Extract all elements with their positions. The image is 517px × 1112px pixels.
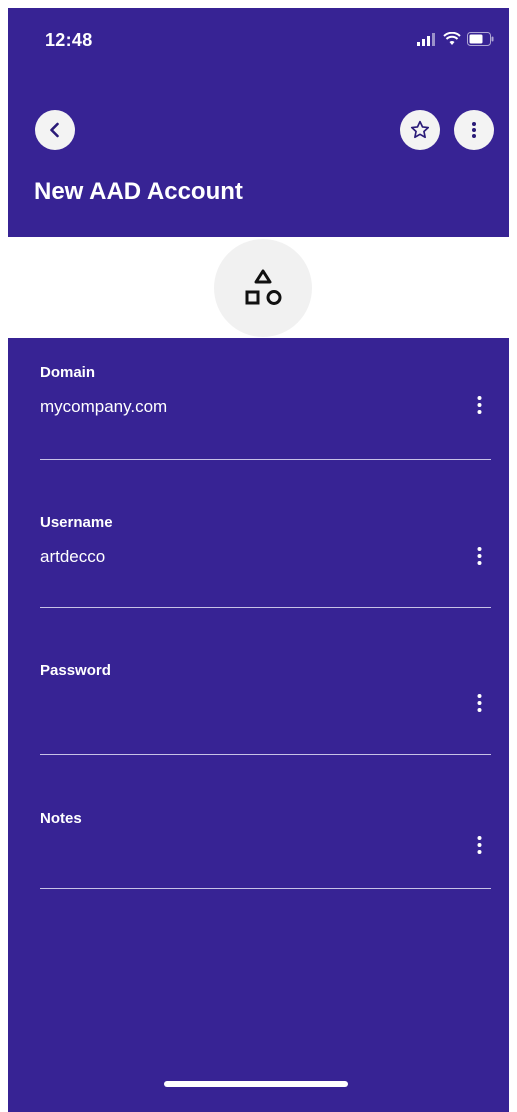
password-label: Password <box>40 662 111 679</box>
entry-icon-button[interactable] <box>214 239 312 337</box>
more-options-button[interactable] <box>454 110 494 150</box>
password-field[interactable]: Password <box>40 662 491 755</box>
vertical-ellipsis-icon <box>477 547 481 565</box>
page-title: New AAD Account <box>34 178 243 205</box>
shapes-icon <box>245 269 282 305</box>
password-more-button[interactable] <box>467 688 491 718</box>
battery-icon <box>467 32 494 46</box>
back-button[interactable] <box>35 110 75 150</box>
notes-more-button[interactable] <box>467 830 491 860</box>
domain-more-button[interactable] <box>467 390 491 420</box>
vertical-ellipsis-icon <box>477 836 481 854</box>
app-frame: 12:48 New AAD Account Domain mycompany.c… <box>8 8 509 1112</box>
chevron-left-icon <box>50 122 59 138</box>
username-value[interactable]: artdecco <box>40 547 105 567</box>
domain-value[interactable]: mycompany.com <box>40 397 167 417</box>
status-bar: 12:48 <box>8 8 509 78</box>
domain-label: Domain <box>40 364 96 381</box>
vertical-ellipsis-icon <box>477 694 481 712</box>
vertical-ellipsis-icon <box>472 122 476 138</box>
phone-screen: 12:48 New AAD Account Domain mycompany.c… <box>0 0 517 1112</box>
username-field[interactable]: Username artdecco <box>40 514 491 608</box>
notes-label: Notes <box>40 810 82 827</box>
notes-field[interactable]: Notes <box>40 810 491 889</box>
wifi-icon <box>443 32 461 45</box>
username-more-button[interactable] <box>467 541 491 571</box>
vertical-ellipsis-icon <box>477 396 481 414</box>
domain-field[interactable]: Domain mycompany.com <box>40 364 491 460</box>
star-outline-icon <box>410 120 430 139</box>
favorite-button[interactable] <box>400 110 440 150</box>
username-label: Username <box>40 514 113 531</box>
home-indicator[interactable] <box>164 1081 348 1087</box>
entry-icon-band <box>8 237 509 338</box>
status-icons <box>417 32 494 46</box>
status-time: 12:48 <box>45 30 93 50</box>
cellular-signal-icon <box>417 33 435 46</box>
